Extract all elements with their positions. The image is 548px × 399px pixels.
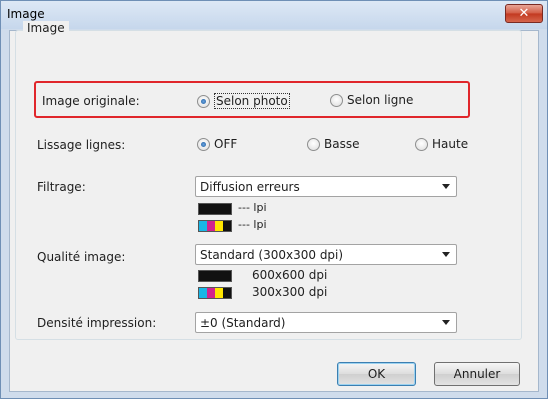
radio-label: Haute [432,137,469,151]
radio-unselected-icon [307,137,320,151]
qualite-black-dpi: 600x600 dpi [252,268,328,282]
radio-selected-icon [197,137,210,151]
radio-lissage-off[interactable]: OFF [197,137,237,151]
densite-select[interactable]: ±0 (Standard) [195,312,457,333]
radio-unselected-icon [415,137,428,151]
ok-button[interactable]: OK [337,362,416,386]
radio-label: OFF [214,137,238,151]
filtrage-black-lpi: --- lpi [238,201,267,214]
groupbox-title: Image [23,21,69,35]
black-ink-icon [198,203,232,215]
filtrage-value: Diffusion erreurs [200,179,300,194]
filtrage-select[interactable]: Diffusion erreurs [195,176,457,197]
color-ink-icon [198,220,232,232]
densite-label: Densité impression: [37,316,157,330]
radio-selon-photo[interactable]: Selon photo [197,93,290,109]
title-bar[interactable]: Image ✕ [1,1,547,29]
qualite-value: Standard (300x300 dpi) [200,247,344,262]
densite-value: ±0 (Standard) [200,315,286,330]
radio-selected-icon [197,94,210,108]
close-button[interactable]: ✕ [505,4,543,23]
qualite-color-dpi: 300x300 dpi [252,285,328,299]
radio-lissage-haute[interactable]: Haute [415,137,468,151]
chevron-down-icon [442,320,450,325]
close-icon: ✕ [518,6,530,21]
cancel-button[interactable]: Annuler [434,362,520,386]
black-ink-icon [198,270,232,282]
qualite-select[interactable]: Standard (300x300 dpi) [195,244,457,265]
radio-selon-ligne[interactable]: Selon ligne [330,93,413,107]
radio-label: Basse [324,137,360,151]
radio-lissage-basse[interactable]: Basse [307,137,359,151]
color-ink-icon [198,287,232,299]
radio-label: Selon photo [214,93,290,109]
dialog-title: Image [7,7,45,21]
filtrage-color-lpi: --- lpi [238,218,267,231]
chevron-down-icon [442,252,450,257]
image-originale-label: Image originale: [42,94,140,108]
qualite-label: Qualité image: [37,250,126,264]
chevron-down-icon [442,184,450,189]
radio-unselected-icon [330,93,343,107]
lissage-label: Lissage lignes: [37,138,126,152]
radio-label: Selon ligne [347,93,414,107]
filtrage-label: Filtrage: [37,180,86,194]
